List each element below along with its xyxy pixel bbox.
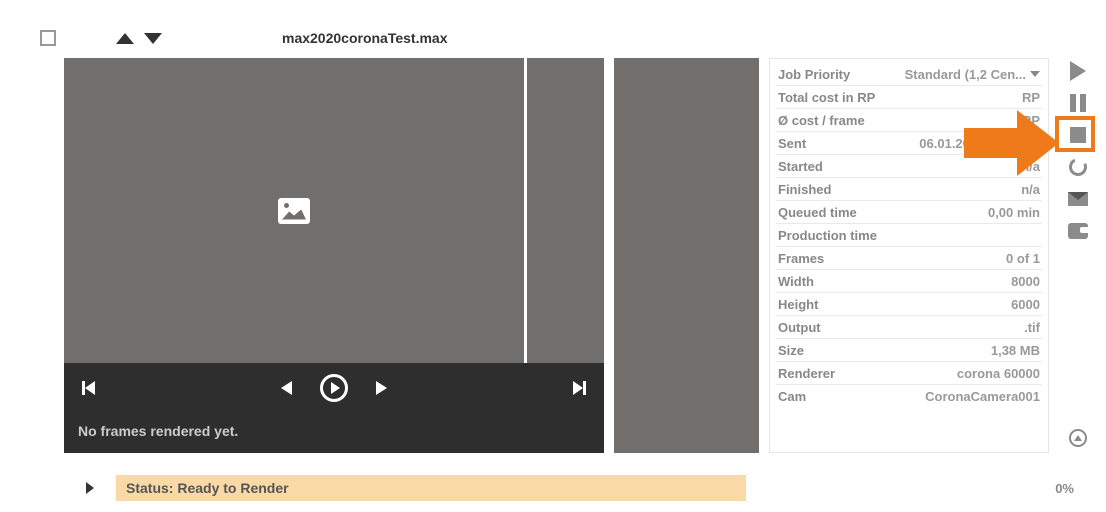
image-placeholder-icon — [278, 198, 310, 224]
detail-label: Frames — [778, 251, 824, 266]
pause-button[interactable] — [1067, 92, 1089, 114]
detail-value: 1,38 MB — [991, 343, 1040, 358]
detail-value: 0,00 min — [988, 205, 1040, 220]
detail-finished: Finished n/a — [776, 178, 1042, 201]
detail-label: Job Priority — [778, 67, 850, 82]
start-button[interactable] — [1067, 60, 1089, 82]
file-title: max2020coronaTest.max — [282, 30, 448, 46]
detail-label: Output — [778, 320, 821, 335]
detail-queued-time: Queued time 0,00 min — [776, 201, 1042, 224]
detail-width: Width 8000 — [776, 270, 1042, 293]
detail-value: 06.01.2021 12:25:30 — [919, 136, 1040, 151]
detail-cost-per-frame: Ø cost / frame RP — [776, 109, 1042, 132]
detail-label: Ø cost / frame — [778, 113, 865, 128]
download-button[interactable] — [1067, 427, 1089, 449]
detail-height: Height 6000 — [776, 293, 1042, 316]
detail-label: Total cost in RP — [778, 90, 875, 105]
detail-value: n/a — [1021, 159, 1040, 174]
move-down-icon[interactable] — [144, 33, 162, 44]
detail-label: Renderer — [778, 366, 835, 381]
detail-renderer: Renderer corona 60000 — [776, 362, 1042, 385]
detail-sent: Sent 06.01.2021 12:25:30 — [776, 132, 1042, 155]
detail-label: Finished — [778, 182, 831, 197]
detail-started: Started n/a — [776, 155, 1042, 178]
detail-value: n/a — [1021, 182, 1040, 197]
job-details-panel: Job Priority Standard (1,2 Cen... Total … — [769, 58, 1049, 453]
status-expand-toggle[interactable] — [64, 482, 116, 494]
detail-total-cost: Total cost in RP RP — [776, 86, 1042, 109]
detail-label: Height — [778, 297, 818, 312]
wallet-button[interactable] — [1067, 220, 1089, 242]
detail-value: 0 of 1 — [1006, 251, 1040, 266]
chevron-down-icon — [1030, 71, 1040, 77]
detail-frames: Frames 0 of 1 — [776, 247, 1042, 270]
row-select-checkbox[interactable] — [40, 30, 56, 46]
playback-bar — [64, 363, 604, 413]
detail-job-priority[interactable]: Job Priority Standard (1,2 Cen... — [776, 63, 1042, 86]
status-bar: Status: Ready to Render 0% — [64, 475, 1086, 501]
preview-main — [64, 58, 524, 363]
actions-toolbar — [1059, 58, 1097, 453]
detail-label: Production time — [778, 228, 877, 243]
detail-value: Standard (1,2 Cen... — [905, 67, 1026, 82]
detail-label: Size — [778, 343, 804, 358]
prev-frame-button[interactable] — [281, 381, 292, 395]
play-button[interactable] — [320, 374, 348, 402]
preview-side — [524, 58, 604, 363]
detail-output: Output .tif — [776, 316, 1042, 339]
detail-value: corona 60000 — [957, 366, 1040, 381]
frame-status-message: No frames rendered yet. — [64, 413, 604, 453]
mail-button[interactable] — [1067, 188, 1089, 210]
skip-start-button[interactable] — [82, 381, 95, 395]
refresh-button[interactable] — [1067, 156, 1089, 178]
chevron-right-icon — [86, 482, 94, 494]
detail-value: RP — [1022, 90, 1040, 105]
detail-label: Started — [778, 159, 823, 174]
detail-size: Size 1,38 MB — [776, 339, 1042, 362]
detail-value: CoronaCamera001 — [925, 389, 1040, 404]
detail-value: .tif — [1024, 320, 1040, 335]
detail-label: Sent — [778, 136, 806, 151]
detail-value: 8000 — [1011, 274, 1040, 289]
detail-cam: Cam CoronaCamera001 — [776, 385, 1042, 407]
detail-label: Cam — [778, 389, 806, 404]
detail-production-time: Production time — [776, 224, 1042, 247]
detail-value: 6000 — [1011, 297, 1040, 312]
next-frame-button[interactable] — [376, 381, 387, 395]
preview-panel: No frames rendered yet. — [64, 58, 604, 453]
detail-label: Queued time — [778, 205, 857, 220]
thumbnail-panel — [614, 58, 759, 453]
move-up-icon[interactable] — [116, 33, 134, 44]
detail-value: RP — [1022, 113, 1040, 128]
status-percent: 0% — [1055, 481, 1086, 496]
skip-end-button[interactable] — [573, 381, 586, 395]
status-label: Status: Ready to Render — [116, 475, 746, 501]
stop-button[interactable] — [1067, 124, 1089, 146]
detail-label: Width — [778, 274, 814, 289]
